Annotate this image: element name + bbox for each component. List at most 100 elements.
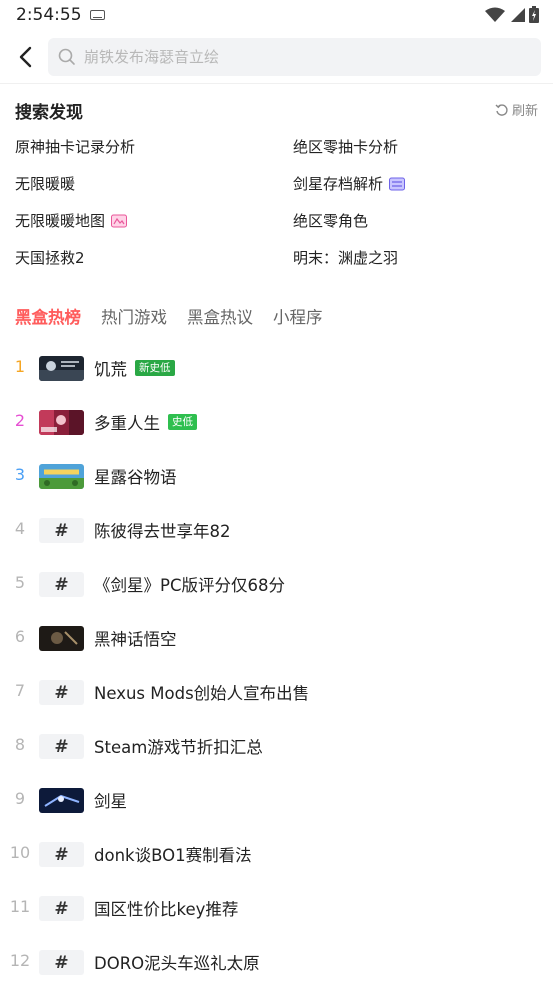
ranking-row[interactable]: 9 剑星 xyxy=(0,774,553,828)
rank-number: 2 xyxy=(14,411,26,430)
ranking-title-text: donk谈BO1赛制看法 xyxy=(94,846,252,865)
ranking-title: 《剑星》PC版评分仅68分 xyxy=(94,572,285,596)
discover-item[interactable]: 绝区零抽卡分析 xyxy=(293,136,398,157)
ranking-row[interactable]: 4 # 陈彼得去世享年82 xyxy=(0,504,553,558)
hashtag-icon: # xyxy=(39,734,84,759)
refresh-label: 刷新 xyxy=(511,104,538,119)
keyboard-icon xyxy=(90,10,105,20)
game-thumbnail xyxy=(39,464,84,489)
refresh-button[interactable]: 刷新 xyxy=(495,100,538,119)
ranking-title-text: DORO泥头车巡礼太原 xyxy=(94,954,260,973)
discover-item-label: 原神抽卡记录分析 xyxy=(15,138,136,156)
ranking-title-text: 《剑星》PC版评分仅68分 xyxy=(94,576,285,595)
discover-item-label: 明末：渊虚之羽 xyxy=(293,249,399,267)
rank-number: 7 xyxy=(14,681,26,700)
ranking-title: 星露谷物语 xyxy=(94,464,177,488)
discover-item[interactable]: 剑星存档解析 xyxy=(293,173,406,194)
discover-item[interactable]: 无限暖暖 xyxy=(15,173,75,194)
discover-item-label: 无限暖暖地图 xyxy=(15,212,106,230)
rank-number: 6 xyxy=(14,627,26,646)
discover-item-label: 绝区零抽卡分析 xyxy=(293,138,399,156)
rank-number: 11 xyxy=(9,897,31,916)
tab-heihe-hot[interactable]: 黑盒热榜 xyxy=(15,304,81,328)
discover-title: 搜索发现 xyxy=(15,103,83,123)
discover-item-label: 剑星存档解析 xyxy=(293,175,384,193)
back-arrow-icon xyxy=(19,46,32,68)
hashtag-icon: # xyxy=(39,572,84,597)
battery-icon xyxy=(529,6,539,23)
ranking-row[interactable]: 8 # Steam游戏节折扣汇总 xyxy=(0,720,553,774)
hashtag-icon: # xyxy=(39,950,84,975)
search-box[interactable] xyxy=(48,38,541,76)
ranking-row[interactable]: 5 # 《剑星》PC版评分仅68分 xyxy=(0,558,553,612)
ranking-title-text: Nexus Mods创始人宣布出售 xyxy=(94,684,310,703)
discover-item[interactable]: 绝区零角色 xyxy=(293,210,368,231)
price-badge: 史低 xyxy=(168,414,197,430)
ranking-title: 剑星 xyxy=(94,788,127,812)
discover-item[interactable]: 天国拯救2 xyxy=(15,247,85,268)
discover-item-label: 绝区零角色 xyxy=(293,212,369,230)
wifi-icon xyxy=(485,7,505,22)
back-button[interactable] xyxy=(10,42,40,72)
ranking-title: Steam游戏节折扣汇总 xyxy=(94,734,263,758)
discover-item-label: 无限暖暖 xyxy=(15,175,76,193)
discover-item[interactable]: 原神抽卡记录分析 xyxy=(15,136,135,157)
discover-header: 搜索发现 刷新 xyxy=(15,98,538,123)
tab-hot-games[interactable]: 热门游戏 xyxy=(101,304,167,328)
ranking-title: 饥荒 新史低 xyxy=(94,356,175,380)
tab-heihe-discussion[interactable]: 黑盒热议 xyxy=(187,304,253,328)
rank-number: 1 xyxy=(14,357,26,376)
price-badge: 新史低 xyxy=(135,360,175,376)
ranking-title: Nexus Mods创始人宣布出售 xyxy=(94,680,309,704)
ranking-row[interactable]: 1 饥荒 新史低 xyxy=(0,342,553,396)
game-thumbnail xyxy=(39,410,84,435)
status-bar: 2:54:55 xyxy=(0,0,553,30)
ranking-row[interactable]: 6 黑神话悟空 xyxy=(0,612,553,666)
ranking-row[interactable]: 7 # Nexus Mods创始人宣布出售 xyxy=(0,666,553,720)
discover-item-label: 天国拯救2 xyxy=(15,249,85,267)
signal-icon xyxy=(511,7,525,22)
refresh-icon xyxy=(495,103,508,116)
game-thumbnail xyxy=(39,356,84,381)
new-tag-icon xyxy=(389,177,406,190)
ranking-title-text: 剑星 xyxy=(94,792,127,811)
ranking-title-text: Steam游戏节折扣汇总 xyxy=(94,738,263,757)
ranking-row[interactable]: 2 多重人生 史低 xyxy=(0,396,553,450)
ranking-title: donk谈BO1赛制看法 xyxy=(94,842,252,866)
ranking-title-text: 国区性价比key推荐 xyxy=(94,900,239,919)
discover-item[interactable]: 无限暖暖地图 xyxy=(15,210,128,231)
ranking-title: 陈彼得去世享年82 xyxy=(94,518,231,542)
tab-mini-programs[interactable]: 小程序 xyxy=(273,304,323,328)
rank-number: 9 xyxy=(14,789,26,808)
ranking-row[interactable]: 11 # 国区性价比key推荐 xyxy=(0,882,553,936)
map-tag-icon xyxy=(111,214,128,227)
rank-number: 3 xyxy=(14,465,26,484)
ranking-title: 多重人生 史低 xyxy=(94,410,197,434)
ranking-title-text: 多重人生 xyxy=(94,414,160,433)
rank-number: 4 xyxy=(14,519,26,538)
search-icon xyxy=(58,48,75,65)
search-header xyxy=(0,30,553,84)
game-thumbnail xyxy=(39,788,84,813)
search-input[interactable] xyxy=(84,48,504,66)
ranking-title-text: 黑神话悟空 xyxy=(94,630,177,649)
status-icons xyxy=(485,6,539,23)
ranking-row[interactable]: 3 星露谷物语 xyxy=(0,450,553,504)
rank-number: 12 xyxy=(9,951,31,970)
rank-number: 10 xyxy=(9,843,31,862)
ranking-row[interactable]: 12 # DORO泥头车巡礼太原 xyxy=(0,936,553,984)
rank-number: 5 xyxy=(14,573,26,592)
ranking-title-text: 饥荒 xyxy=(94,360,127,379)
hashtag-icon: # xyxy=(39,896,84,921)
ranking-title: 国区性价比key推荐 xyxy=(94,896,238,920)
ranking-title: DORO泥头车巡礼太原 xyxy=(94,950,260,974)
ranking-title: 黑神话悟空 xyxy=(94,626,177,650)
ranking-tabs: 黑盒热榜 热门游戏 黑盒热议 小程序 xyxy=(15,304,323,328)
ranking-row[interactable]: 10 # donk谈BO1赛制看法 xyxy=(0,828,553,882)
hashtag-icon: # xyxy=(39,518,84,543)
game-thumbnail xyxy=(39,626,84,651)
ranking-title-text: 星露谷物语 xyxy=(94,468,177,487)
rank-number: 8 xyxy=(14,735,26,754)
discover-item[interactable]: 明末：渊虚之羽 xyxy=(293,247,398,268)
status-time: 2:54:55 xyxy=(16,5,82,25)
